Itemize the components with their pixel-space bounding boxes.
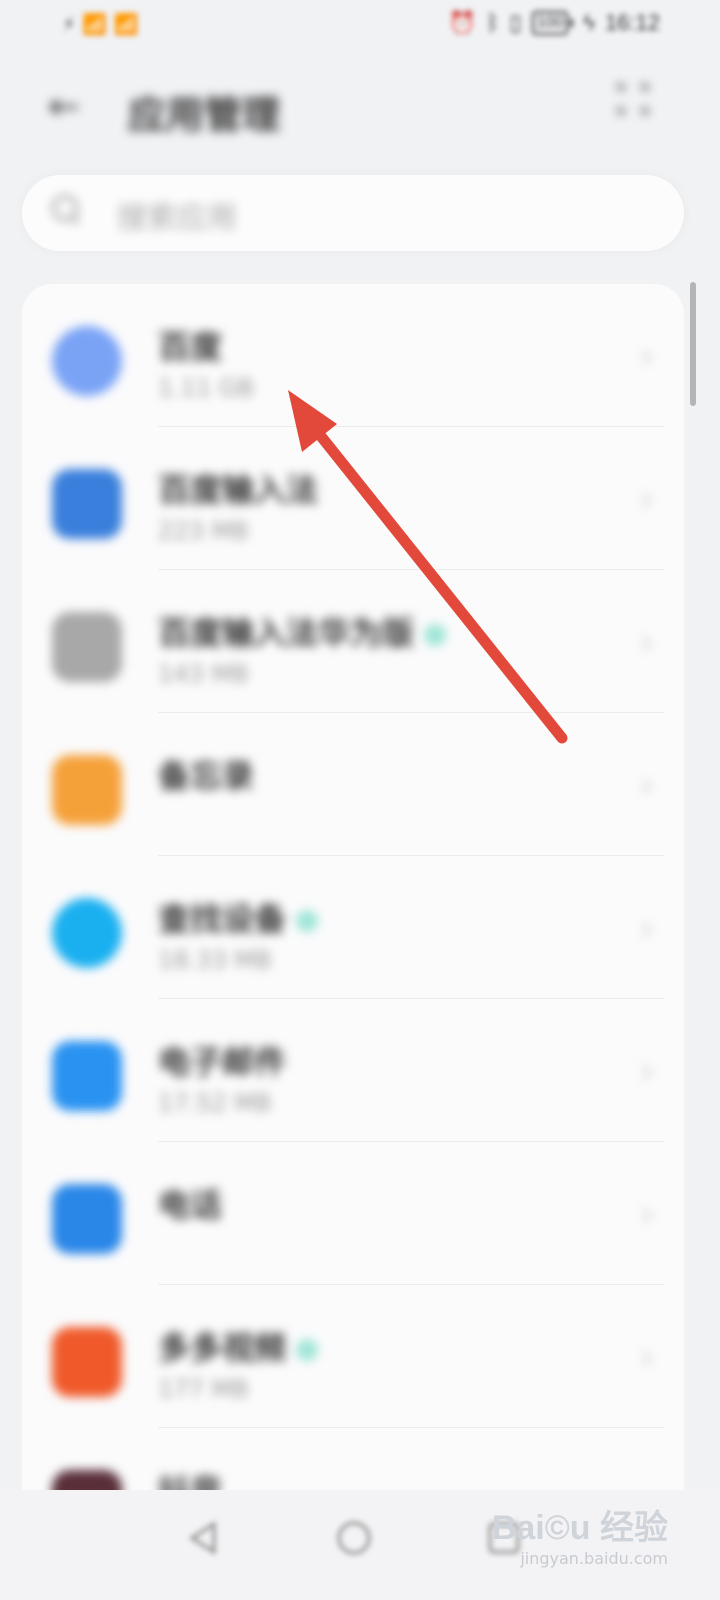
app-icon [52,612,122,682]
search-icon [52,195,78,221]
list-item[interactable]: 电子邮件 17.52 MB › [22,999,684,1142]
app-name: 电话 [158,1186,223,1224]
search-bar[interactable]: 搜索应用 [22,175,684,251]
app-name: 电子邮件 [158,1043,287,1081]
app-icon [52,1327,122,1397]
app-header: ← 应用管理 [0,70,720,140]
chevron-right-icon: › [639,622,654,663]
list-item[interactable]: 多多视频 177 MB › [22,1285,684,1428]
app-size: 18.33 MB [158,946,272,974]
scrollbar[interactable] [690,282,696,406]
watermark: Bai©u 经验 jingyan.baidu.com [492,1500,668,1568]
bluetooth-icon: ᛒ [486,10,500,35]
app-name: 百度输入法 [158,471,319,509]
more-icon[interactable] [616,82,650,116]
watermark-logo: Bai©u 经验 [491,1509,668,1547]
status-right: ⏰ ᛒ ▯ 100 ϟ 16:12 [449,10,660,36]
clock: 16:12 [604,10,660,35]
battery-nub [570,19,574,27]
chevron-right-icon: › [639,765,654,806]
app-name: 百度 [158,328,223,366]
list-item[interactable]: 百度输入法华为版 143 MB › [22,570,684,713]
back-button[interactable]: ← [48,84,80,128]
vibrate-icon: ▯ [509,10,522,35]
update-badge [424,624,447,646]
app-icon [52,898,122,968]
app-list: 百度 1.11 GB › 百度输入法 223 MB › 百度输入法华为版 143… [22,284,684,1524]
app-name: 多多视频 [158,1323,319,1369]
charging-icon: ϟ [583,10,595,35]
update-badge [296,910,319,932]
app-size: 177 MB [158,1375,249,1403]
app-icon [52,469,122,539]
page-title: 应用管理 [128,93,281,137]
list-item[interactable]: 百度输入法 223 MB › [22,427,684,570]
chevron-right-icon: › [639,1051,654,1092]
update-badge [296,1339,319,1361]
watermark-url: jingyan.baidu.com [520,1549,668,1568]
app-icon [52,755,122,825]
search-placeholder: 搜索应用 [117,201,237,236]
app-size: 143 MB [158,660,249,688]
chevron-right-icon: › [639,1194,654,1235]
battery-level: 100 [531,11,569,35]
app-icon [52,1041,122,1111]
app-size: 17.52 MB [158,1089,272,1117]
chevron-right-icon: › [639,1337,654,1378]
chevron-right-icon: › [639,908,654,949]
app-icon [52,326,122,396]
alarm-icon: ⏰ [448,10,477,35]
signal-indicators: ⚡ 📶 📶 [62,12,139,36]
nav-home-icon[interactable] [334,1518,374,1558]
nav-back-icon[interactable] [184,1518,224,1558]
app-icon [52,1184,122,1254]
app-name: 查找设备 [158,894,319,940]
app-size: 223 MB [158,517,249,545]
status-bar: ⚡ 📶 📶 ⏰ ᛒ ▯ 100 ϟ 16:12 [0,0,720,50]
app-name: 备忘录 [158,757,255,795]
chevron-right-icon: › [639,336,654,377]
chevron-right-icon: › [639,479,654,520]
list-item[interactable]: 查找设备 18.33 MB › [22,856,684,999]
list-item[interactable]: 备忘录 › [22,713,684,856]
list-item[interactable]: 百度 1.11 GB › [22,284,684,427]
list-item[interactable]: 电话 › [22,1142,684,1285]
app-size: 1.11 GB [158,374,255,402]
app-name: 百度输入法华为版 [158,608,447,654]
